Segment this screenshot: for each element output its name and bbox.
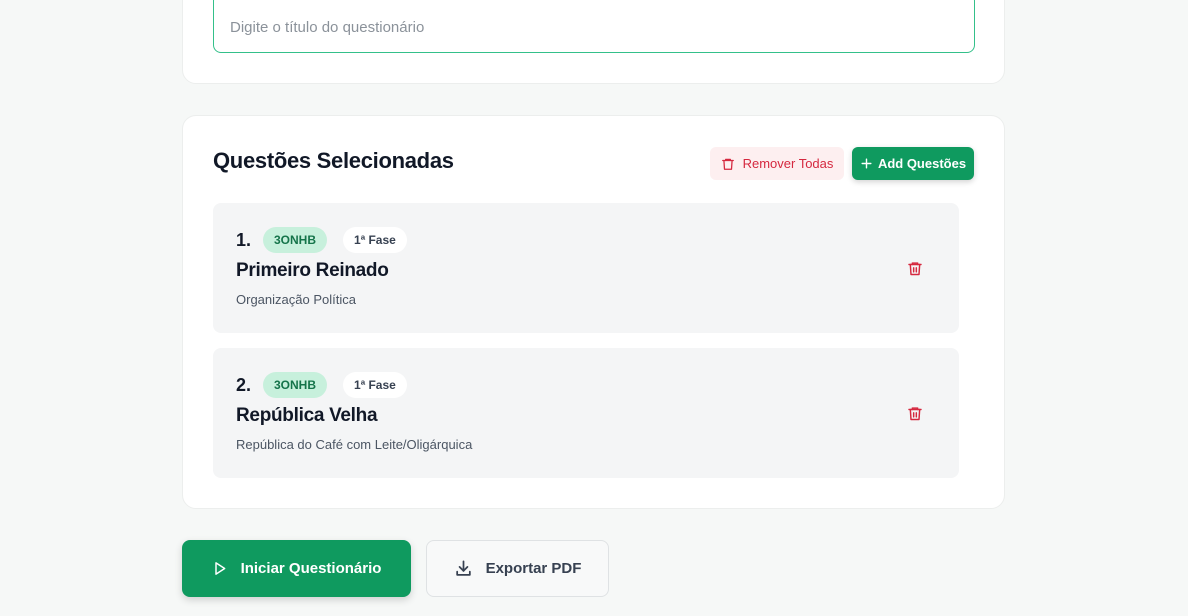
- title-card: [182, 0, 1005, 84]
- question-header: 2. 3ONHB 1ª Fase: [236, 372, 407, 398]
- start-questionnaire-label: Iniciar Questionário: [240, 560, 382, 577]
- question-subtopic: República do Café com Leite/Oligárquica: [236, 437, 473, 452]
- question-header: 1. 3ONHB 1ª Fase: [236, 227, 407, 253]
- start-questionnaire-button[interactable]: Iniciar Questionário: [182, 540, 411, 597]
- question-item: 2. 3ONHB 1ª Fase República Velha Repúbli…: [213, 348, 959, 478]
- plus-icon: [860, 157, 873, 170]
- question-subtopic: Organização Política: [236, 292, 356, 307]
- source-badge: 3ONHB: [263, 372, 328, 398]
- section-title: Questões Selecionadas: [213, 148, 454, 173]
- selected-questions-card: Questões Selecionadas Remover Todas Add …: [182, 115, 1005, 509]
- questionnaire-title-input[interactable]: [213, 0, 975, 53]
- question-topic: República Velha: [236, 405, 378, 426]
- export-pdf-button[interactable]: Exportar PDF: [426, 540, 609, 597]
- remove-all-label: Remover Todas: [742, 156, 834, 171]
- phase-badge: 1ª Fase: [343, 372, 407, 398]
- phase-badge: 1ª Fase: [343, 227, 407, 253]
- question-number: 1.: [236, 229, 252, 250]
- download-icon: [454, 559, 473, 578]
- trash-icon: [721, 157, 735, 171]
- add-questions-label: Add Questões: [877, 156, 967, 171]
- add-questions-button[interactable]: Add Questões: [852, 147, 974, 180]
- play-icon: [212, 560, 228, 577]
- remove-all-button[interactable]: Remover Todas: [710, 147, 844, 180]
- question-topic: Primeiro Reinado: [236, 260, 389, 281]
- question-item: 1. 3ONHB 1ª Fase Primeiro Reinado Organi…: [213, 203, 959, 333]
- delete-question-button[interactable]: [906, 259, 924, 277]
- trash-icon: [907, 405, 923, 422]
- delete-question-button[interactable]: [906, 404, 924, 422]
- export-pdf-label: Exportar PDF: [485, 560, 582, 577]
- trash-icon: [907, 260, 923, 277]
- question-number: 2.: [236, 374, 252, 395]
- source-badge: 3ONHB: [263, 227, 328, 253]
